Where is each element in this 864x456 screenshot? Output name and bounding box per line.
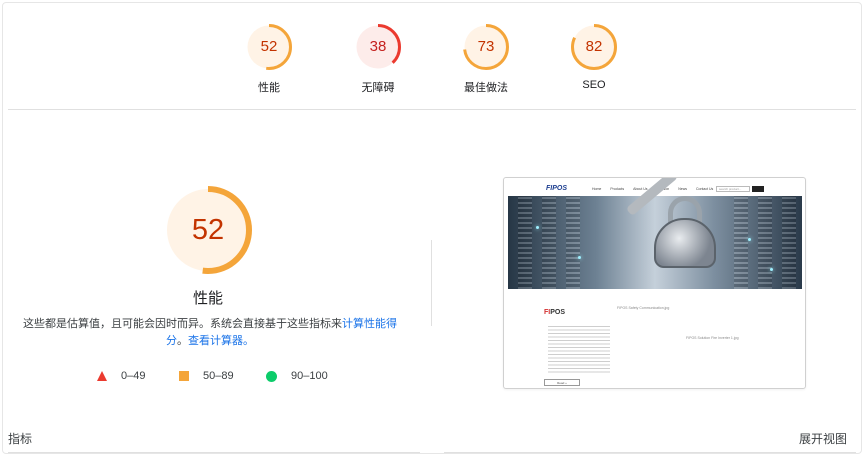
- thumb-logo: FIPOS: [546, 185, 568, 192]
- gauge-label: 无障碍: [361, 82, 395, 94]
- thumb-nav-item: News: [678, 187, 687, 191]
- legend-average-range: 50–89: [203, 370, 234, 382]
- main-performance-gauge: 52: [164, 186, 252, 274]
- main-gauge-title: 性能: [192, 290, 223, 307]
- legend-pass-range: 90–100: [291, 370, 328, 382]
- thumb-more-button: Read +: [544, 379, 580, 386]
- thumb-search-button: [752, 186, 764, 192]
- thumb-search-input: search product...: [716, 186, 750, 192]
- legend-average: 50–89: [179, 369, 234, 383]
- gauge-label: 最佳做法: [464, 82, 508, 94]
- thumb-body-text: [548, 326, 610, 374]
- thumb-lock-graphic: [654, 218, 716, 268]
- gauge-label: 性能: [258, 82, 280, 94]
- description-text: 这些都是估算值，且可能会因时而异。系统会直接基于这些指标来: [23, 318, 342, 330]
- thumb-nav-item: Products: [610, 187, 625, 191]
- main-score: 52: [191, 214, 225, 246]
- gauge-seo[interactable]: 82 SEO: [554, 24, 634, 91]
- gauge-score: 38: [369, 38, 387, 55]
- view-calculator-link[interactable]: 查看计算器。: [188, 335, 254, 347]
- gauge-score: 73: [477, 38, 495, 55]
- legend-fail-range: 0–49: [121, 370, 146, 382]
- thumb-nav-item: Contact Us: [695, 187, 714, 191]
- gauge-performance[interactable]: 52 性能: [229, 24, 309, 95]
- thumb-image-placeholder: FIPOS Solution Fire Inverter 1.jpg: [686, 336, 739, 340]
- legend-pass: 90–100: [266, 369, 328, 383]
- description-separator: 。: [177, 335, 188, 347]
- thumb-nav-item: Home: [592, 187, 602, 191]
- expand-view-toggle[interactable]: 展开视图: [799, 430, 847, 447]
- gauge-score: 82: [585, 38, 603, 55]
- circle-icon: [266, 370, 277, 382]
- gauge-best-practices[interactable]: 73 最佳做法: [446, 24, 526, 95]
- score-description: 这些都是估算值，且可能会因时而异。系统会直接基于这些指标来计算性能得分。查看计算…: [20, 316, 400, 350]
- gauge-accessibility[interactable]: 38 无障碍: [338, 24, 418, 95]
- metrics-divider-right: [444, 452, 856, 453]
- gauge-score: 52: [260, 38, 278, 55]
- page-screenshot-thumbnail[interactable]: FIPOS Home Products About Us Solution Ne…: [503, 177, 806, 389]
- square-icon: [179, 371, 189, 381]
- metrics-divider-left: [8, 452, 420, 453]
- legend-fail: 0–49: [97, 369, 145, 383]
- metrics-heading: 指标: [8, 432, 33, 446]
- vertical-divider: [431, 240, 432, 326]
- triangle-icon: [97, 371, 107, 381]
- section-divider: [8, 109, 856, 110]
- thumb-image-placeholder: FIPOS Safety Communication.jpg: [617, 306, 670, 310]
- gauge-label: SEO: [582, 79, 606, 91]
- thumb-brand-title: FIPOS: [544, 309, 566, 316]
